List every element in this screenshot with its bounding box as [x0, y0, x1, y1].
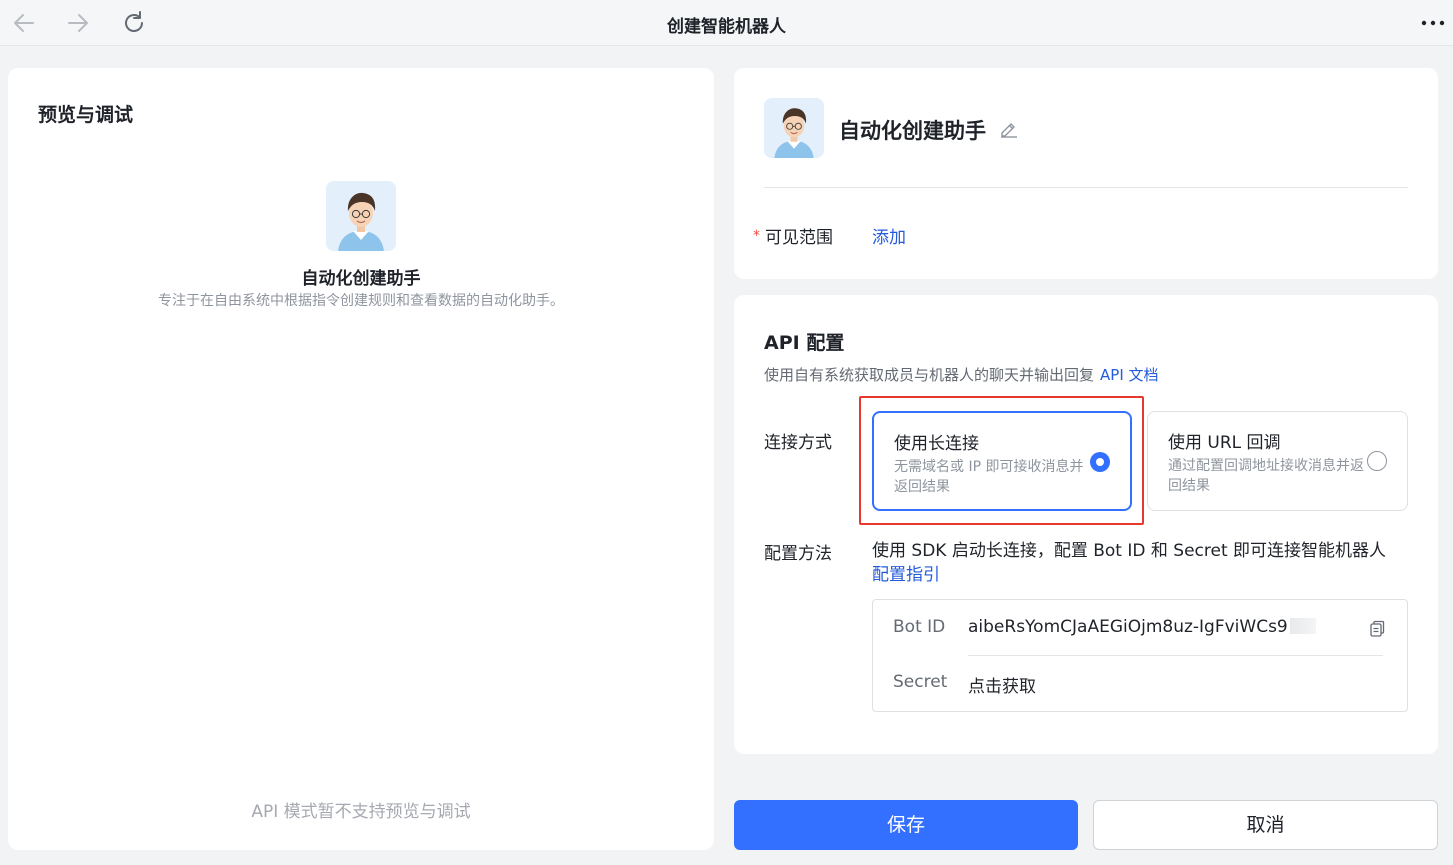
preview-bot-description: 专注于在自由系统中根据指令创建规则和查看数据的自动化助手。: [158, 293, 564, 309]
radio-checked[interactable]: [1090, 452, 1110, 472]
required-mark: *: [753, 228, 760, 244]
config-method-label: 配置方法: [764, 544, 832, 564]
redacted-mask: [1289, 618, 1316, 634]
api-config-title: API 配置: [764, 332, 845, 354]
radio-unchecked[interactable]: [1367, 451, 1387, 471]
connection-method-label: 连接方式: [764, 433, 832, 453]
preview-title: 预览与调试: [38, 104, 134, 126]
edit-icon[interactable]: [998, 118, 1020, 140]
bot-avatar: [326, 181, 396, 251]
cancel-button[interactable]: 取消: [1093, 800, 1438, 850]
api-doc-link[interactable]: API 文档: [1100, 366, 1159, 384]
visible-range-label: 可见范围: [765, 228, 833, 248]
copy-icon[interactable]: [1367, 619, 1387, 639]
option-title: 使用长连接: [894, 434, 979, 454]
secret-label: Secret: [893, 672, 948, 692]
divider: [764, 187, 1408, 188]
bot-name: 自动化创建助手: [839, 119, 986, 143]
option-long-connection[interactable]: 使用长连接 无需域名或 IP 即可接收消息并返回结果: [872, 411, 1132, 511]
bot-avatar[interactable]: [764, 98, 824, 158]
preview-panel: 预览与调试 自动化创建助手 专注于在自由系统中根据指令创建规则和查看数据的自动化…: [8, 68, 714, 850]
api-config-description: 使用自有系统获取成员与机器人的聊天并输出回复 API 文档: [764, 364, 1159, 385]
more-icon[interactable]: [1419, 9, 1447, 37]
config-guide-link[interactable]: 配置指引: [872, 565, 940, 585]
option-description: 无需域名或 IP 即可接收消息并返回结果: [894, 459, 1084, 495]
config-method-text: 使用 SDK 启动长连接，配置 Bot ID 和 Secret 即可连接智能机器…: [872, 539, 1412, 587]
option-description: 通过配置回调地址接收消息并返回结果: [1168, 458, 1364, 494]
title-bar: 创建智能机器人: [0, 0, 1453, 46]
api-config-card: API 配置 使用自有系统获取成员与机器人的聊天并输出回复 API 文档 连接方式…: [734, 295, 1438, 754]
option-title: 使用 URL 回调: [1168, 433, 1281, 453]
window-title: 创建智能机器人: [667, 17, 786, 37]
credentials-box: Bot ID aibeRsYomCJaAEGiOjm8uz-IgFviWCs9 …: [872, 599, 1408, 712]
save-button[interactable]: 保存: [734, 800, 1078, 850]
credentials-divider: [968, 655, 1383, 656]
bot-id-label: Bot ID: [893, 617, 946, 637]
api-description-text: 使用自有系统获取成员与机器人的聊天并输出回复: [764, 366, 1095, 384]
bot-id-value: aibeRsYomCJaAEGiOjm8uz-IgFviWCs9: [968, 617, 1316, 637]
preview-unsupported-note: API 模式暂不支持预览与调试: [251, 802, 471, 822]
option-url-callback[interactable]: 使用 URL 回调 通过配置回调地址接收消息并返回结果: [1147, 411, 1408, 511]
bot-info-card: 自动化创建助手 * 可见范围 添加: [734, 68, 1438, 279]
get-secret-link[interactable]: 点击获取: [968, 672, 1036, 697]
add-visible-range-link[interactable]: 添加: [872, 223, 906, 248]
bot-id-text: aibeRsYomCJaAEGiOjm8uz-IgFviWCs9: [968, 617, 1288, 637]
config-method-description: 使用 SDK 启动长连接，配置 Bot ID 和 Secret 即可连接智能机器…: [872, 541, 1387, 561]
preview-bot-name: 自动化创建助手: [301, 269, 421, 289]
